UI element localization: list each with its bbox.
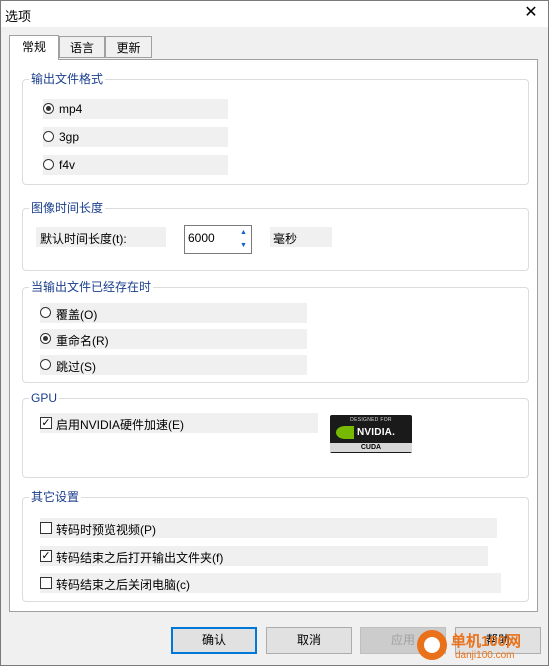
other-settings-legend: 其它设置 — [29, 490, 82, 504]
radio-skip[interactable]: 跳过(S) — [40, 355, 307, 375]
tab-general[interactable]: 常规 — [9, 35, 59, 60]
tab-language[interactable]: 语言 — [59, 36, 105, 58]
radio-label: 3gp — [59, 130, 80, 144]
radio-label: 重命名(R) — [56, 334, 109, 348]
tab-update[interactable]: 更新 — [105, 36, 152, 58]
image-duration-legend: 图像时间长度 — [29, 201, 106, 215]
duration-label-row: 默认时间长度(t): — [36, 227, 166, 247]
checkbox[interactable] — [40, 577, 52, 589]
watermark-title: 单机100网 — [451, 633, 522, 650]
watermark: 单机100网 danji100.com — [405, 628, 549, 666]
nvidia-badge-top: DESIGNED FOR — [350, 417, 392, 423]
checkbox[interactable] — [40, 522, 52, 534]
checkbox-label: 转码结束之后打开输出文件夹(f) — [56, 551, 224, 565]
spin-down-icon[interactable]: ▼ — [237, 240, 250, 252]
checkbox[interactable]: ✓ — [40, 550, 52, 562]
radio-button[interactable] — [40, 307, 51, 318]
radio-label: 跳过(S) — [56, 360, 96, 374]
existing-file-legend: 当输出文件已经存在时 — [29, 280, 154, 294]
gpu-group: GPU — [22, 391, 529, 478]
checkbox-label: 转码时预览视频(P) — [56, 523, 156, 537]
radio-label: f4v — [59, 158, 76, 172]
nvidia-badge-name: NVIDIA. — [357, 427, 396, 438]
radio-3gp[interactable]: 3gp — [43, 127, 228, 147]
duration-input[interactable] — [188, 231, 234, 245]
watermark-logo-icon — [417, 630, 447, 660]
radio-mp4[interactable]: mp4 — [43, 99, 228, 119]
nvidia-eye-icon — [336, 426, 354, 439]
radio-label: 覆盖(O) — [56, 308, 98, 322]
checkbox[interactable]: ✓ — [40, 417, 52, 429]
cancel-button[interactable]: 取消 — [266, 627, 352, 654]
shutdown-checkbox-row[interactable]: 转码结束之后关闭电脑(c) — [40, 573, 501, 593]
checkbox-label: 启用NVIDIA硬件加速(E) — [56, 418, 185, 432]
nvidia-accel-checkbox-row[interactable]: ✓ 启用NVIDIA硬件加速(E) — [40, 413, 318, 433]
radio-f4v[interactable]: f4v — [43, 155, 228, 175]
duration-unit-row: 毫秒 — [270, 227, 332, 247]
radio-label: mp4 — [59, 102, 83, 116]
window-title: 选项 — [5, 9, 32, 24]
nvidia-badge-bottom: CUDA — [330, 443, 412, 452]
radio-button[interactable] — [40, 359, 51, 370]
duration-spinbox[interactable]: ▲ ▼ — [184, 225, 252, 254]
title-bar: 选项 ✕ — [1, 1, 548, 27]
open-folder-checkbox-row[interactable]: ✓ 转码结束之后打开输出文件夹(f) — [40, 546, 488, 566]
nvidia-cuda-logo: DESIGNED FOR NVIDIA. CUDA — [330, 415, 412, 453]
duration-label: 默认时间长度(t): — [40, 232, 127, 246]
radio-button[interactable] — [43, 159, 54, 170]
radio-rename[interactable]: 重命名(R) — [40, 329, 307, 349]
radio-button[interactable] — [40, 333, 51, 344]
output-format-legend: 输出文件格式 — [29, 72, 106, 86]
spin-up-icon[interactable]: ▲ — [237, 227, 250, 239]
radio-overwrite[interactable]: 覆盖(O) — [40, 303, 307, 323]
gpu-legend: GPU — [29, 391, 60, 405]
watermark-url: danji100.com — [455, 650, 515, 661]
checkbox-label: 转码结束之后关闭电脑(c) — [56, 578, 190, 592]
close-icon[interactable]: ✕ — [514, 1, 548, 27]
duration-unit: 毫秒 — [273, 232, 298, 246]
ok-button[interactable]: 确认 — [171, 627, 257, 654]
preview-video-checkbox-row[interactable]: 转码时预览视频(P) — [40, 518, 497, 538]
radio-button[interactable] — [43, 103, 54, 114]
radio-button[interactable] — [43, 131, 54, 142]
